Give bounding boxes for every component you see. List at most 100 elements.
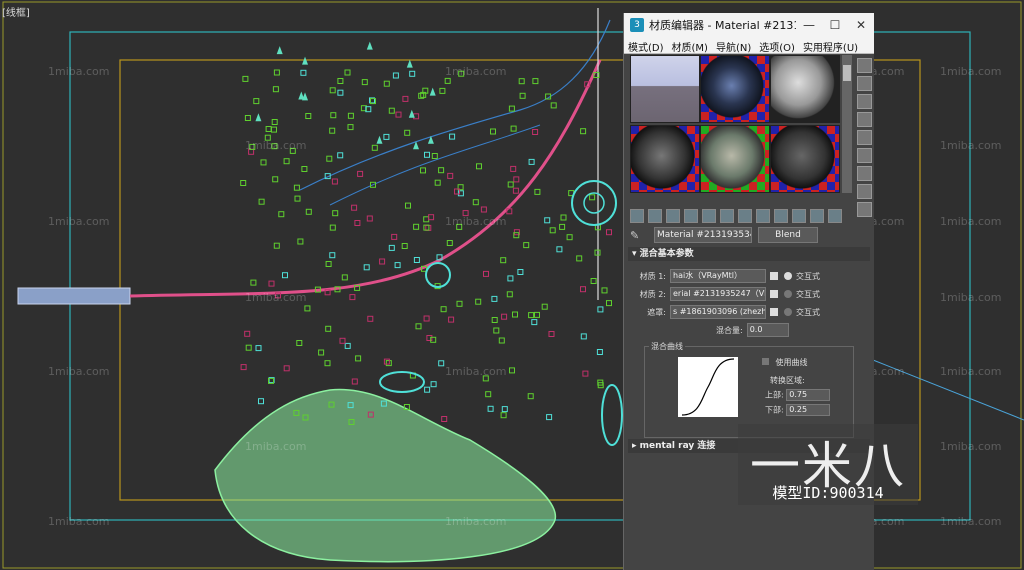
put-to-scene-icon[interactable] <box>648 209 662 223</box>
minimize-button[interactable]: — <box>796 18 822 32</box>
close-button[interactable]: ✕ <box>848 18 874 32</box>
window-title: 材质编辑器 - Material #2131935... <box>649 19 796 32</box>
put-to-library-icon[interactable] <box>738 209 752 223</box>
material1-interactive-radio[interactable] <box>784 272 792 280</box>
building-block <box>344 342 351 349</box>
building-block <box>361 79 368 86</box>
watermark-text: 1miba.com <box>48 215 110 228</box>
building-block <box>260 159 267 166</box>
use-curve-checkbox[interactable] <box>762 358 769 365</box>
sample-slot-1[interactable] <box>630 55 700 123</box>
copy-material-icon[interactable] <box>702 209 716 223</box>
uv-tiling-icon[interactable] <box>857 112 872 127</box>
sample-slot-5[interactable] <box>700 125 770 193</box>
material-type-button[interactable]: Blend <box>758 227 818 243</box>
material1-button[interactable]: hai水（VRayMtl） <box>670 269 766 283</box>
transition-zone-label: 转换区域: <box>770 376 805 385</box>
sample-slot-3[interactable] <box>770 55 840 123</box>
building-block <box>367 315 374 322</box>
material2-interactive-label: 交互式 <box>796 289 820 299</box>
building-block <box>431 153 438 159</box>
background-icon[interactable] <box>857 94 872 109</box>
eyedropper-icon[interactable]: ✎ <box>630 229 642 242</box>
material1-checkbox[interactable] <box>770 272 778 280</box>
use-curve-label: 使用曲线 <box>775 358 808 367</box>
scroll-thumb[interactable] <box>843 65 851 81</box>
material-id-icon[interactable] <box>756 209 770 223</box>
building-block <box>245 344 252 351</box>
go-to-parent-icon[interactable] <box>810 209 824 223</box>
building-block <box>541 303 548 310</box>
building-block <box>430 381 437 388</box>
slots-scrollbar[interactable] <box>842 55 852 193</box>
assign-material-icon[interactable] <box>666 209 680 223</box>
get-material-icon[interactable] <box>630 209 644 223</box>
building-block <box>258 198 265 205</box>
building-block <box>423 315 430 322</box>
building-block <box>531 319 538 326</box>
rollout-blend-basic[interactable]: ▾ 混合基本参数 <box>628 247 870 261</box>
menu-material[interactable]: 材质(M) <box>668 37 712 54</box>
show-map-icon[interactable] <box>774 209 788 223</box>
video-color-check-icon[interactable] <box>857 130 872 145</box>
building-block <box>606 300 612 307</box>
maximize-button[interactable]: ☐ <box>822 18 848 32</box>
marker-arrow <box>276 46 283 55</box>
marker-arrow <box>366 41 373 50</box>
building-block <box>253 98 260 105</box>
building-block <box>278 211 285 218</box>
building-block <box>438 360 445 367</box>
make-unique-icon[interactable] <box>720 209 734 223</box>
mask-button[interactable]: s #1861903096 (zhezhao. <box>670 305 766 319</box>
show-end-result-icon[interactable] <box>792 209 806 223</box>
watermark-text: 1miba.com <box>48 65 110 78</box>
sample-type-icon[interactable] <box>857 58 872 73</box>
sample-slot-4[interactable] <box>630 125 700 193</box>
material2-checkbox[interactable] <box>770 290 778 298</box>
menu-utilities[interactable]: 实用程序(U) <box>799 37 862 54</box>
sample-slot-2[interactable] <box>700 55 770 123</box>
building-block <box>296 340 303 346</box>
material-name-row: ✎ Material #2131935347111 Blend <box>630 227 870 243</box>
building-block <box>283 158 290 165</box>
material-editor-titlebar[interactable]: 3 材质编辑器 - Material #2131935... — ☐ ✕ <box>624 13 874 37</box>
building-block <box>339 337 346 344</box>
upper-row: 上部: 0.75 <box>765 389 831 401</box>
use-curve-row: 使用曲线 <box>762 357 808 368</box>
building-block <box>273 242 280 249</box>
building-block <box>582 370 589 377</box>
reset-map-icon[interactable] <box>684 209 698 223</box>
mask-interactive-radio[interactable] <box>784 308 792 316</box>
material2-button[interactable]: erial #2131935247（VRay <box>670 287 766 301</box>
make-preview-icon[interactable] <box>857 148 872 163</box>
options-icon[interactable] <box>857 166 872 181</box>
viewport-label[interactable]: [线框] <box>2 4 30 19</box>
building-block <box>305 208 312 215</box>
menu-mode[interactable]: 模式(D) <box>624 37 668 54</box>
building-block <box>326 155 333 162</box>
mask-checkbox[interactable] <box>770 308 778 316</box>
building-block <box>491 317 498 323</box>
material-name-field[interactable]: Material #2131935347111 <box>654 227 752 243</box>
building-block <box>371 144 378 151</box>
go-forward-sibling-icon[interactable] <box>828 209 842 223</box>
building-block <box>388 244 395 251</box>
building-block <box>550 102 557 109</box>
building-block <box>268 280 275 287</box>
building-block <box>337 152 344 159</box>
backlight-icon[interactable] <box>857 76 872 91</box>
material2-interactive-radio[interactable] <box>784 290 792 298</box>
building-block <box>255 345 262 352</box>
building-block <box>475 298 482 305</box>
building-block <box>485 391 492 398</box>
select-by-material-icon[interactable] <box>857 184 872 199</box>
building-block <box>318 349 325 356</box>
menu-navigation[interactable]: 导航(N) <box>712 37 755 54</box>
mix-amount-spinner[interactable]: 0.0 <box>746 323 789 337</box>
sample-slot-6[interactable] <box>770 125 840 193</box>
building-block <box>507 181 514 188</box>
building-block <box>501 313 508 320</box>
lower-spinner[interactable]: 0.25 <box>786 404 831 416</box>
menu-options[interactable]: 选项(O) <box>755 37 799 54</box>
upper-spinner[interactable]: 0.75 <box>786 389 831 401</box>
